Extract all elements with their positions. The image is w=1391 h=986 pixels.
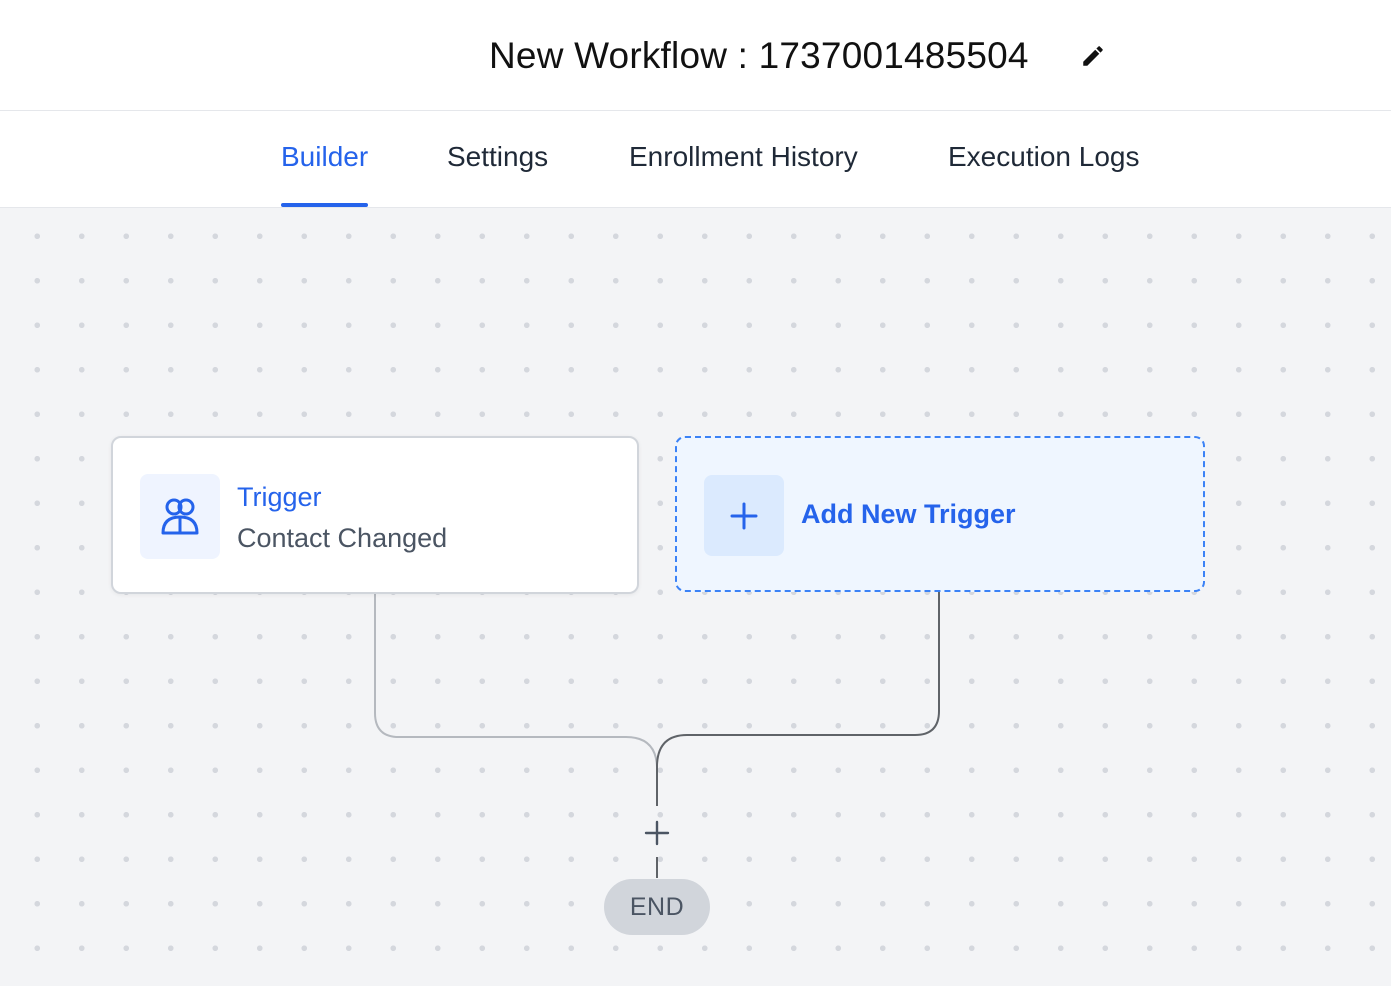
plus-icon bbox=[730, 502, 758, 529]
trigger-card[interactable]: Trigger Contact Changed bbox=[111, 436, 639, 594]
trigger-icon-box bbox=[140, 474, 220, 559]
connector-lines bbox=[374, 592, 940, 878]
workflow-header: New Workflow : 1737001485504 bbox=[0, 0, 1391, 111]
tab-execution-logs[interactable]: Execution Logs bbox=[948, 141, 1139, 207]
tab-settings[interactable]: Settings bbox=[447, 141, 548, 207]
tab-builder[interactable]: Builder bbox=[281, 141, 369, 207]
trigger-title: Trigger bbox=[237, 482, 322, 512]
tab-settings-label: Settings bbox=[447, 141, 549, 172]
add-new-trigger-button[interactable]: Add New Trigger bbox=[675, 436, 1205, 592]
title-wrap: New Workflow : 1737001485504 bbox=[489, 30, 1029, 82]
end-label: END bbox=[629, 892, 685, 921]
edit-title-button[interactable] bbox=[1078, 41, 1108, 71]
workflow-title: New Workflow : 1737001485504 bbox=[489, 35, 1029, 76]
tab-execution-logs-label: Execution Logs bbox=[948, 141, 1140, 172]
add-trigger-icon-box bbox=[704, 475, 784, 556]
pencil-icon bbox=[1083, 46, 1103, 66]
tab-builder-label: Builder bbox=[281, 141, 369, 172]
active-tab-indicator bbox=[281, 203, 369, 207]
trigger-subtitle: Contact Changed bbox=[237, 523, 448, 553]
add-trigger-connector bbox=[656, 592, 940, 806]
tab-enrollment-history[interactable]: Enrollment History bbox=[629, 141, 858, 207]
trigger-connector bbox=[374, 594, 658, 806]
tab-enrollment-history-label: Enrollment History bbox=[629, 141, 858, 172]
plus-icon bbox=[644, 820, 670, 846]
workflow-canvas[interactable]: Trigger Contact Changed Add New Trigger … bbox=[0, 208, 1391, 986]
users-icon bbox=[161, 498, 199, 534]
add-step-button[interactable] bbox=[641, 817, 673, 849]
tab-bar: Builder Settings Enrollment History Exec… bbox=[0, 111, 1391, 208]
add-new-trigger-label: Add New Trigger bbox=[801, 499, 1016, 529]
end-node: END bbox=[604, 879, 710, 935]
